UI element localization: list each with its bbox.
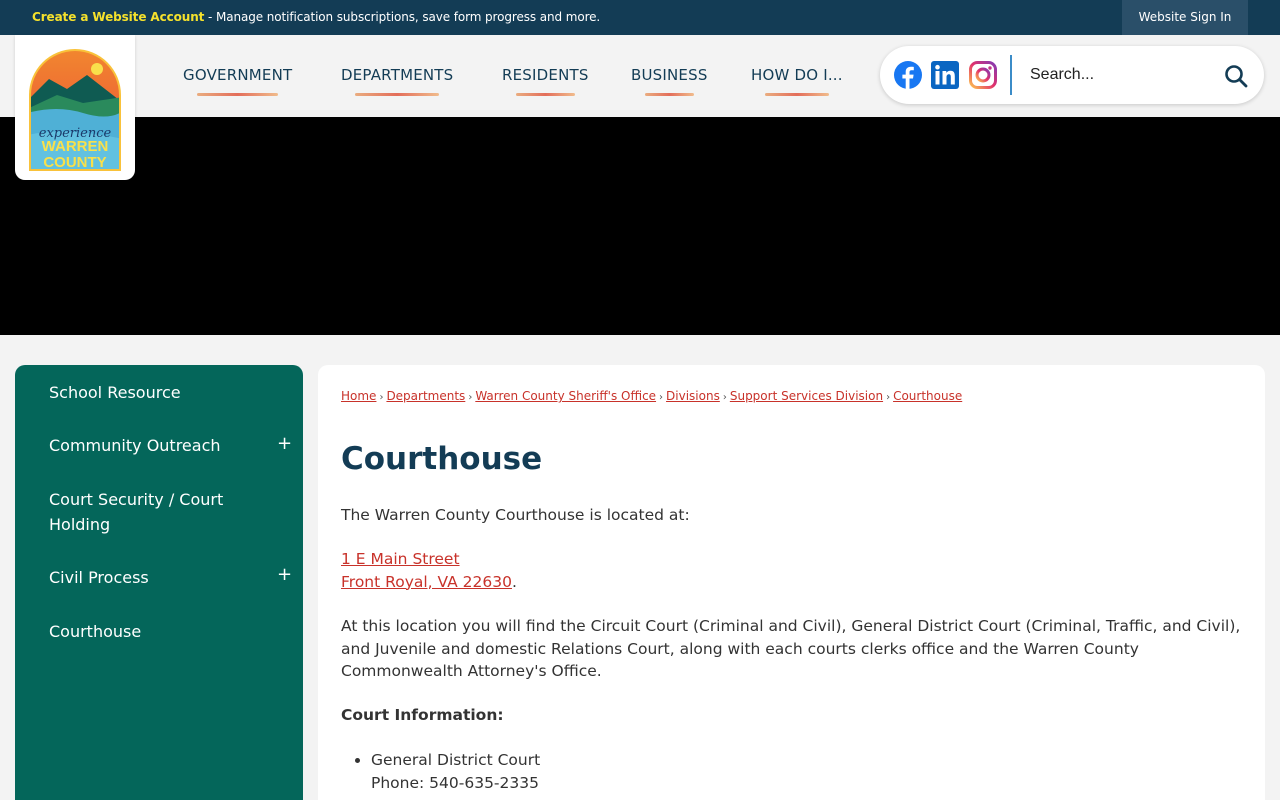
search-input[interactable] [1030, 62, 1210, 88]
description-text: At this location you will find the Circu… [341, 617, 1241, 680]
sidebar-item-school-resource[interactable]: School Resource [49, 380, 269, 405]
breadcrumb-support-services[interactable]: Support Services Division [730, 389, 883, 403]
page-title: Courthouse [341, 441, 543, 477]
breadcrumb-courthouse[interactable]: Courthouse [893, 389, 962, 403]
hero-banner [0, 117, 1280, 335]
breadcrumb-separator: › [468, 392, 473, 403]
nav-how-do-i-label: HOW DO I... [751, 66, 843, 84]
breadcrumb-separator: › [379, 392, 384, 403]
sign-in-button[interactable]: Website Sign In [1122, 0, 1248, 35]
facebook-icon[interactable] [893, 60, 923, 90]
search-divider [1010, 55, 1012, 95]
court-phone: Phone: 540-635-2335 [371, 773, 539, 792]
nav-underline [645, 93, 694, 96]
breadcrumb-separator: › [722, 392, 727, 403]
create-account-link[interactable]: Create a Website Account [32, 10, 204, 24]
instagram-icon[interactable] [968, 60, 998, 90]
warren-county-logo-icon: experience WARREN COUNTY [29, 49, 121, 171]
account-message-text: - Manage notification subscriptions, sav… [204, 10, 601, 24]
nav-business[interactable]: BUSINESS [631, 66, 708, 96]
sidebar-item-community-outreach[interactable]: Community Outreach [49, 433, 269, 458]
search-social-bar [880, 46, 1264, 104]
address-city-link[interactable]: Front Royal, VA 22630 [341, 573, 512, 591]
account-message: Create a Website Account - Manage notifi… [32, 10, 600, 24]
top-utility-bar: Create a Website Account - Manage notifi… [0, 0, 1280, 35]
breadcrumb: Home › Departments › Warren County Sheriff's… [341, 389, 962, 403]
breadcrumb-separator: › [886, 392, 891, 403]
breadcrumb-divisions[interactable]: Divisions [666, 389, 720, 403]
nav-underline [355, 93, 440, 96]
sidebar-item-courthouse[interactable]: Courthouse [49, 619, 269, 644]
main-content: Home › Departments › Warren County Sheriff's… [318, 365, 1265, 800]
nav-underline [516, 93, 575, 96]
sidebar-item-court-security[interactable]: Court Security / Court Holding [49, 487, 269, 537]
list-item: General District Court Phone: 540-635-23… [371, 749, 540, 794]
nav-how-do-i[interactable]: HOW DO I... [751, 66, 843, 96]
logo-warren-text: WARREN [42, 138, 109, 155]
address-block: 1 E Main Street Front Royal, VA 22630. [341, 548, 517, 593]
court-name: General District Court [371, 751, 541, 769]
expand-civil-process-icon[interactable]: + [277, 564, 292, 585]
sidebar-nav: School Resource Community Outreach + Cou… [15, 365, 303, 800]
nav-residents[interactable]: RESIDENTS [502, 66, 589, 96]
nav-business-label: BUSINESS [631, 66, 708, 84]
nav-residents-label: RESIDENTS [502, 66, 589, 84]
nav-government[interactable]: GOVERNMENT [183, 66, 293, 96]
nav-departments-label: DEPARTMENTS [341, 66, 454, 84]
expand-community-outreach-icon[interactable]: + [277, 433, 292, 454]
court-info-list: General District Court Phone: 540-635-23… [371, 749, 540, 794]
breadcrumb-home[interactable]: Home [341, 389, 376, 403]
breadcrumb-sheriffs-office[interactable]: Warren County Sheriff's Office [475, 389, 656, 403]
court-info-heading: Court Information: [341, 706, 504, 724]
address-period: . [511, 572, 517, 591]
linkedin-icon[interactable] [930, 60, 960, 90]
nav-departments[interactable]: DEPARTMENTS [341, 66, 454, 96]
search-icon[interactable] [1224, 64, 1248, 88]
logo-county-text: COUNTY [43, 154, 106, 171]
nav-underline [197, 93, 279, 96]
address-street-link[interactable]: 1 E Main Street [341, 550, 460, 568]
sidebar-item-civil-process[interactable]: Civil Process [49, 565, 269, 590]
intro-text: The Warren County Courthouse is located … [341, 506, 690, 524]
nav-government-label: GOVERNMENT [183, 66, 293, 84]
nav-underline [765, 93, 829, 96]
breadcrumb-separator: › [659, 392, 664, 403]
breadcrumb-departments[interactable]: Departments [386, 389, 465, 403]
site-logo[interactable]: experience WARREN COUNTY [15, 35, 135, 180]
